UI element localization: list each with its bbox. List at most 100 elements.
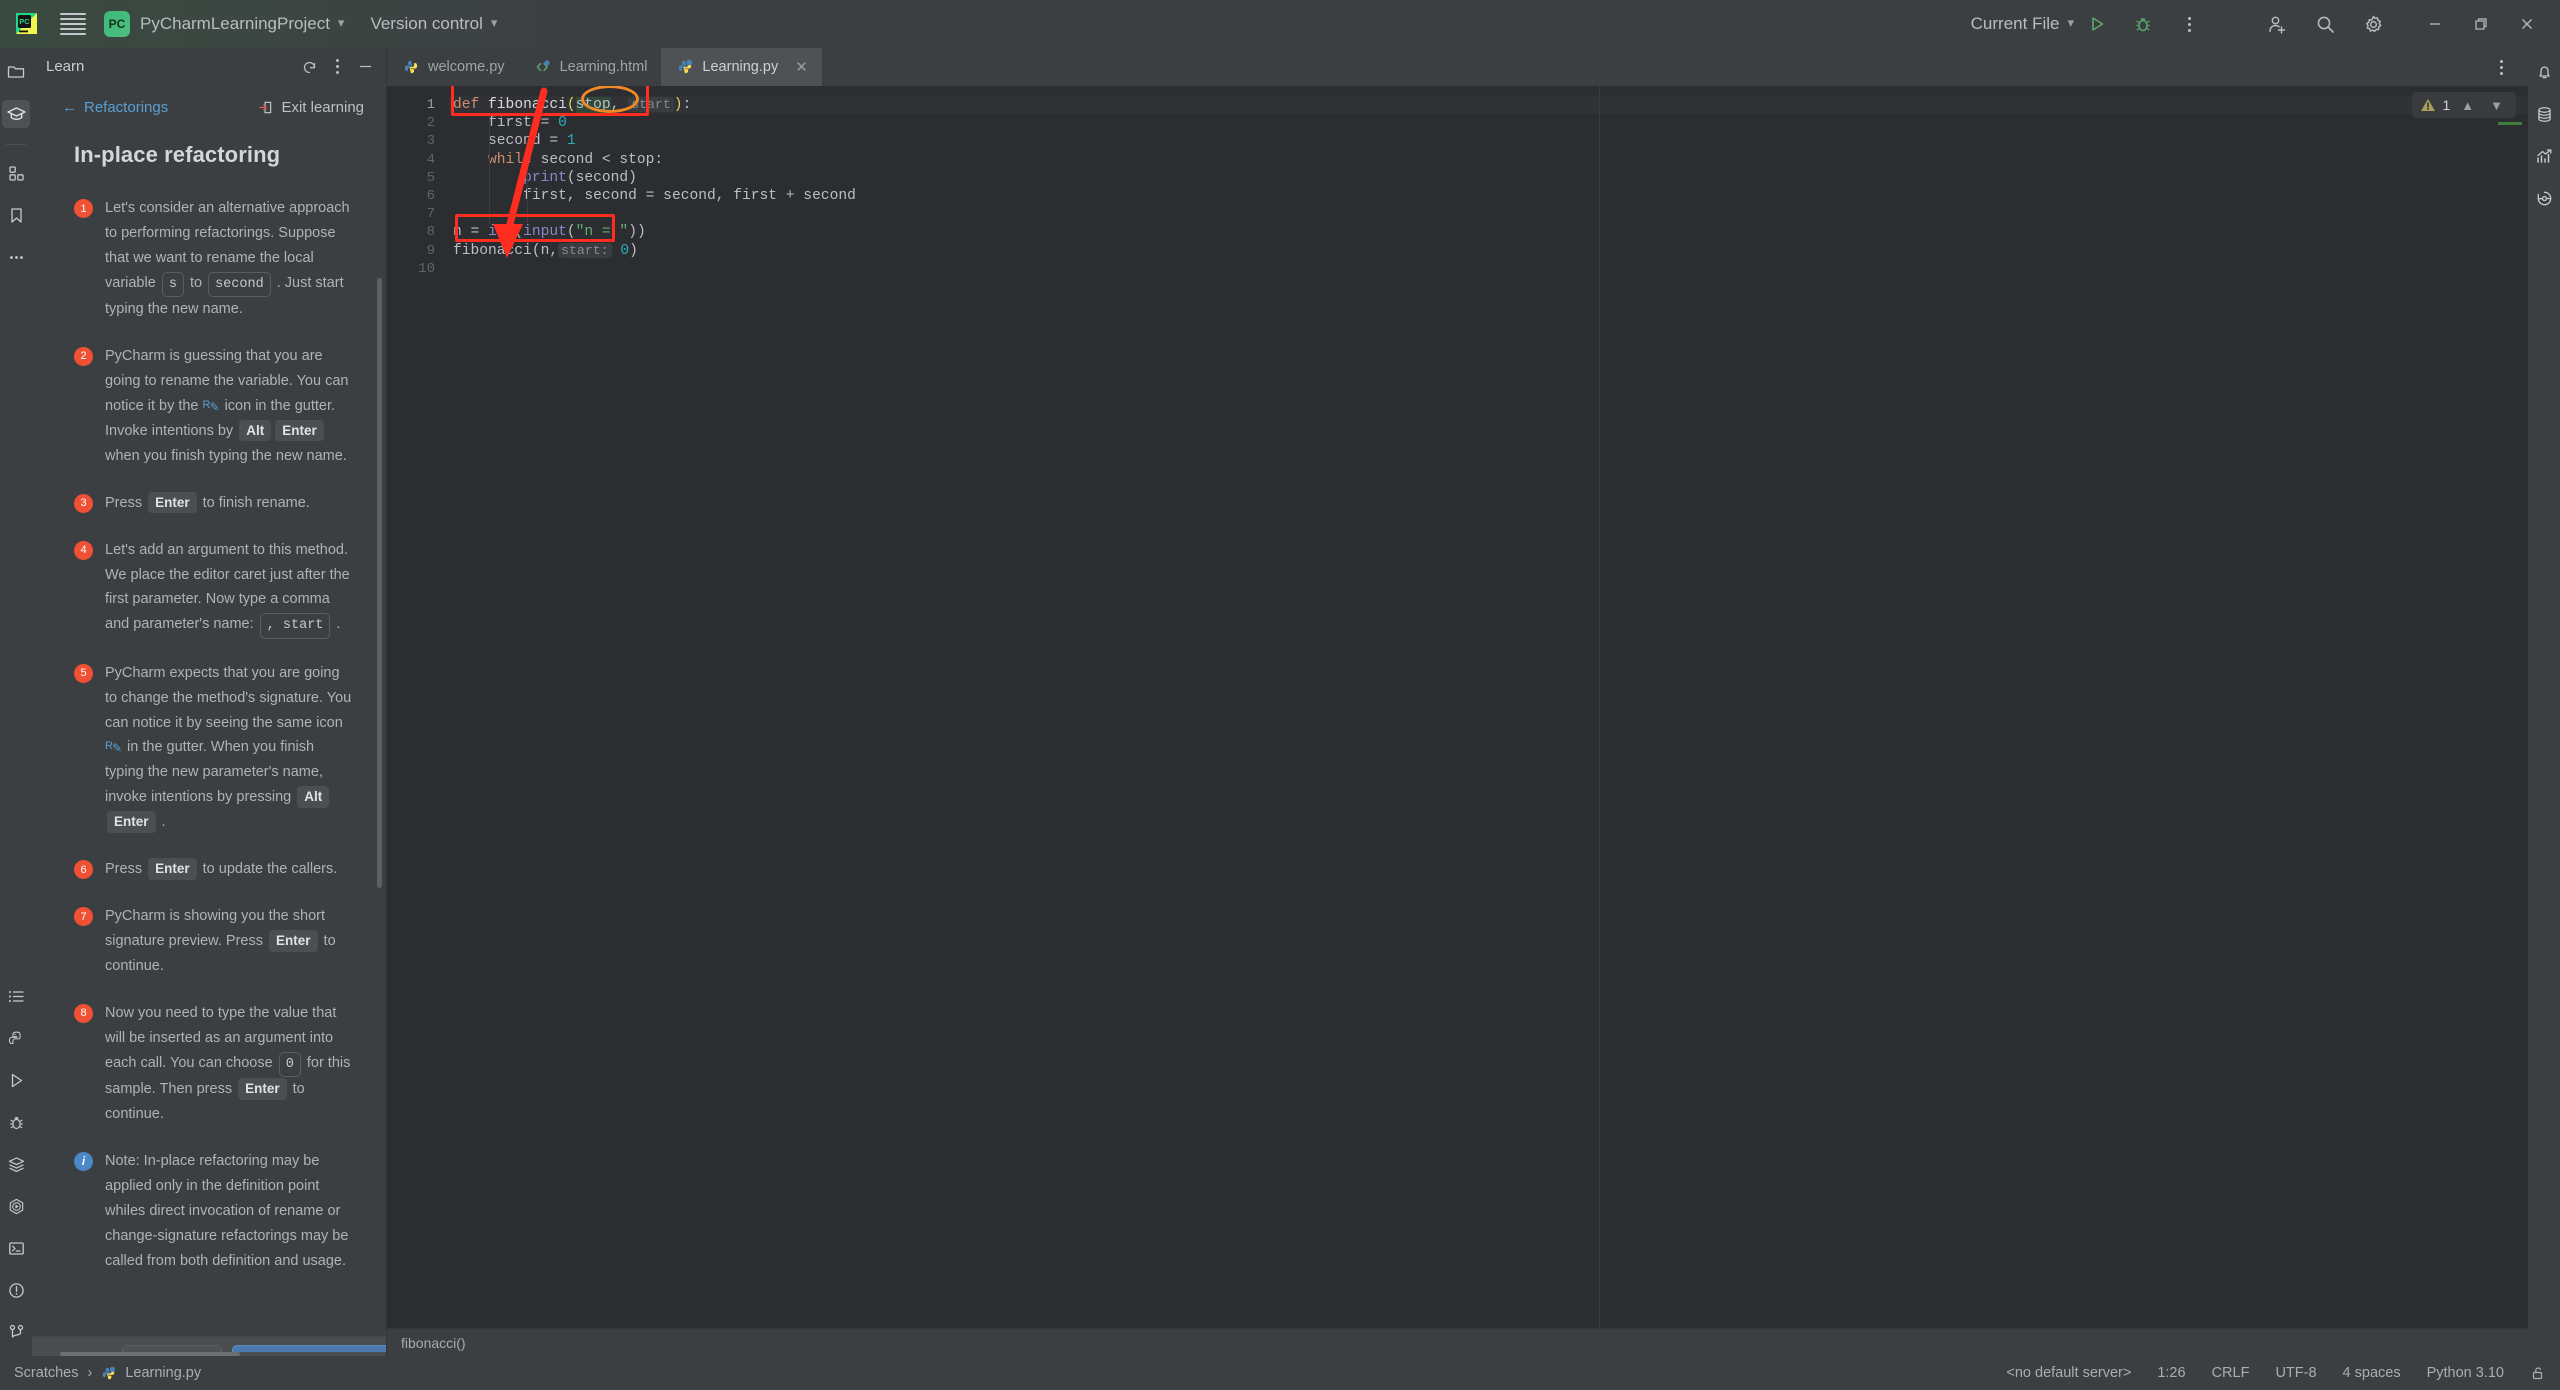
chevron-down-icon: ▾	[2067, 15, 2074, 30]
code-line[interactable]: n = int(input("n = "))	[449, 223, 2528, 241]
more-actions-button[interactable]	[2174, 9, 2204, 39]
line-number: 4	[426, 151, 435, 168]
sidebar-item-todo[interactable]	[2, 982, 30, 1010]
tab-learning-py[interactable]: Learning.py ✕	[661, 48, 822, 86]
version-control-widget[interactable]: Version control ▾	[370, 14, 497, 34]
status-indent[interactable]: 4 spaces	[2343, 1365, 2401, 1381]
sidebar-item-terminal[interactable]	[2, 1234, 30, 1262]
close-button[interactable]	[2504, 9, 2550, 39]
status-crumb-scratches[interactable]: Scratches	[14, 1365, 78, 1381]
project-selector[interactable]: PC PyCharmLearningProject ▾	[104, 11, 344, 37]
breadcrumb[interactable]: fibonacci()	[387, 1328, 2528, 1356]
python-console-icon	[9, 1198, 23, 1214]
code-token: "n = "	[575, 224, 629, 241]
maximize-button[interactable]	[2458, 9, 2504, 39]
code-line[interactable]: fibonacci(n, start: 0)	[449, 242, 2528, 260]
main-menu-button[interactable]	[60, 11, 86, 37]
tab-learning-html[interactable]: Learning.html	[519, 48, 662, 86]
line-number: 9	[426, 242, 435, 259]
inline-code: 0	[278, 1051, 301, 1078]
exit-learning-button[interactable]: Exit learning	[258, 99, 364, 116]
sidebar-item-services[interactable]	[2, 1150, 30, 1178]
code-line[interactable]: def fibonacci(stop, start):	[449, 96, 2528, 115]
minimize-button[interactable]	[2412, 9, 2458, 39]
bookmarks-tool-icon	[10, 207, 22, 223]
left-rail-bottom-group	[2, 982, 30, 1356]
sidebar-item-run[interactable]	[2, 1066, 30, 1094]
sidebar-item-structure[interactable]	[2, 159, 30, 187]
line-number: 8	[426, 224, 435, 241]
lesson-step: 3 Press Enter to finish rename.	[74, 491, 352, 516]
code-token: (	[514, 224, 524, 241]
back-link-label: Refactorings	[84, 98, 169, 116]
code-editor[interactable]: 1 2 3 4 5 6 7 8 9 10 def fibonacci(stop, start): …	[387, 86, 2528, 1328]
code-line[interactable]: first = 0	[449, 114, 2528, 132]
right-margin-guide	[1599, 86, 1600, 1328]
code-content[interactable]: def fibonacci(stop, start): first = 0 se…	[449, 86, 2528, 1328]
sidebar-item-bookmarks[interactable]	[2, 201, 30, 229]
learn-options-button[interactable]	[324, 53, 350, 79]
sidebar-item-problems[interactable]	[2, 1276, 30, 1304]
debug-button[interactable]	[2128, 9, 2158, 39]
shortcut-key: Enter	[275, 419, 324, 442]
warning-count: 1	[2442, 97, 2451, 113]
hide-panel-button[interactable]	[352, 53, 378, 79]
code-line[interactable]	[449, 205, 2528, 223]
title-bar: PC PC PyCharmLearningProject ▾ Version c…	[0, 0, 2560, 48]
warning-triangle-icon	[2421, 99, 2436, 111]
lesson-step: 6 Press Enter to update the callers.	[74, 857, 352, 882]
status-default-server[interactable]: <no default server>	[2006, 1365, 2131, 1381]
sidebar-item-version-control[interactable]	[2, 1318, 30, 1346]
status-readonly-toggle[interactable]	[2530, 1365, 2546, 1381]
learn-vertical-scrollbar[interactable]	[377, 278, 382, 888]
sidebar-item-learn[interactable]	[2, 100, 30, 128]
inspection-widget[interactable]: 1 ▲ ▼	[2412, 92, 2516, 118]
sidebar-item-notifications[interactable]	[2530, 58, 2558, 86]
status-interpreter[interactable]: Python 3.10	[2427, 1365, 2504, 1381]
code-line[interactable]: while second < stop:	[449, 151, 2528, 169]
chevron-down-icon[interactable]: ▼	[2485, 98, 2508, 113]
sidebar-item-history[interactable]	[2530, 184, 2558, 212]
learn-horizontal-scrollbar[interactable]	[32, 1352, 386, 1356]
run-button[interactable]	[2082, 9, 2112, 39]
status-crumb-file[interactable]: Learning.py	[125, 1365, 201, 1381]
restart-lesson-button[interactable]	[296, 53, 322, 79]
python-file-icon	[404, 60, 418, 74]
close-icon	[2522, 19, 2532, 29]
editor-options-button[interactable]	[2486, 52, 2516, 82]
code-line[interactable]: print(second)	[449, 169, 2528, 187]
html-file-icon	[536, 60, 550, 72]
indent-guide	[527, 168, 528, 223]
back-to-refactorings-link[interactable]: ← Refactorings	[62, 99, 168, 116]
sidebar-item-profiler[interactable]	[2530, 142, 2558, 170]
lesson-step: 4 Let's add an argument to this method. W…	[74, 538, 352, 639]
code-line[interactable]: second = 1	[449, 132, 2528, 150]
code-line[interactable]: first, second = second, first + second	[449, 187, 2528, 205]
sidebar-item-database[interactable]	[2530, 100, 2558, 128]
sidebar-item-python-packages[interactable]	[2, 1024, 30, 1052]
settings-button[interactable]	[2358, 9, 2388, 39]
project-tool-icon	[7, 66, 25, 78]
learn-subheader: ← Refactorings Exit learning	[32, 84, 386, 130]
refactor-gutter-icon: R✎	[202, 398, 220, 414]
status-caret-position[interactable]: 1:26	[2157, 1365, 2185, 1381]
search-button[interactable]	[2310, 9, 2340, 39]
inline-code: s	[161, 271, 184, 298]
version-control-tool-icon	[9, 1324, 23, 1338]
learn-content-scroll-area[interactable]: In-place refactoring 1 Let's consider an …	[32, 130, 386, 1336]
chevron-up-icon[interactable]: ▲	[2456, 98, 2479, 113]
tab-welcome-py[interactable]: welcome.py	[387, 48, 519, 86]
close-icon[interactable]: ✕	[795, 58, 808, 76]
editor-gutter[interactable]: 1 2 3 4 5 6 7 8 9 10	[387, 86, 449, 1328]
status-line-separator[interactable]: CRLF	[2212, 1365, 2250, 1381]
sidebar-item-debug[interactable]	[2, 1108, 30, 1136]
sidebar-item-more-tool-windows[interactable]	[2, 243, 30, 271]
sidebar-item-project[interactable]	[2, 58, 30, 86]
editor-area: welcome.py Learning.html Learning.py ✕ 1…	[387, 48, 2528, 1356]
status-encoding[interactable]: UTF-8	[2275, 1365, 2316, 1381]
run-configuration-selector[interactable]: Current File ▾	[1971, 14, 2074, 34]
add-account-button[interactable]	[2262, 9, 2292, 39]
code-line[interactable]	[449, 260, 2528, 278]
sidebar-item-python-console[interactable]	[2, 1192, 30, 1220]
